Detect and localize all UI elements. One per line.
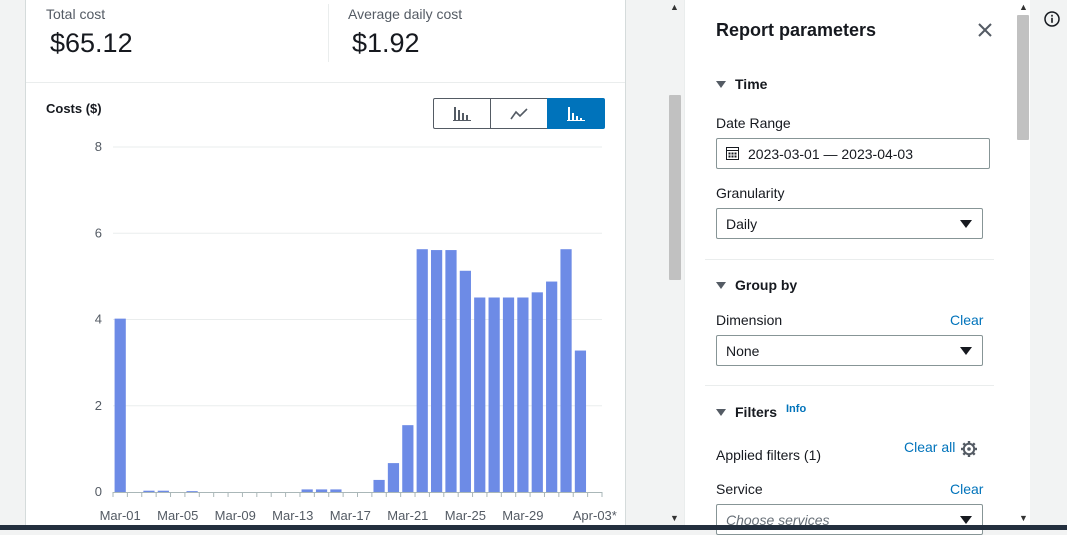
bar xyxy=(330,489,342,492)
caret-down-icon xyxy=(716,408,726,416)
report-parameters-panel: Report parameters Time Date Range 2023-0… xyxy=(684,0,1030,535)
filters-info-link[interactable]: Info xyxy=(786,403,806,415)
bar xyxy=(143,490,155,492)
close-icon xyxy=(978,23,992,37)
line-chart-button[interactable] xyxy=(490,98,548,129)
chart-type-toggle xyxy=(433,98,605,129)
time-section-toggle[interactable]: Time xyxy=(716,76,767,92)
x-tick-label: Mar-01 xyxy=(100,508,141,523)
bar xyxy=(474,297,486,492)
clear-all-filters-link[interactable]: Clear all xyxy=(904,439,955,455)
bar xyxy=(373,479,385,492)
service-select[interactable]: Choose services xyxy=(716,504,983,535)
total-cost-value: $65.12 xyxy=(50,28,133,58)
help-info-button[interactable] xyxy=(1044,11,1060,27)
bar xyxy=(387,463,400,492)
bar xyxy=(488,297,500,492)
bar xyxy=(531,292,543,492)
bar xyxy=(459,270,471,492)
bar-chart-icon xyxy=(453,106,471,121)
bar xyxy=(502,297,515,492)
bar xyxy=(315,489,328,492)
dimension-label: Dimension xyxy=(716,312,783,328)
caret-down-icon xyxy=(716,80,726,88)
bar xyxy=(157,490,169,492)
bar xyxy=(430,250,443,492)
total-cost-label: Total cost xyxy=(46,6,106,22)
main-scrollbar-thumb[interactable] xyxy=(669,95,681,280)
granularity-value: Daily xyxy=(726,215,758,232)
bar xyxy=(114,318,126,492)
dropdown-caret-icon xyxy=(960,220,972,228)
scroll-up-arrow-icon[interactable]: ▲ xyxy=(670,2,679,12)
service-label: Service xyxy=(716,481,763,497)
y-tick-label: 8 xyxy=(95,139,102,154)
panel-title: Report parameters xyxy=(716,20,877,40)
average-daily-cost-label: Average daily cost xyxy=(348,6,463,22)
section-divider xyxy=(705,385,994,386)
scroll-down-arrow-icon[interactable]: ▼ xyxy=(670,513,679,523)
bar xyxy=(402,425,414,492)
chart-title: Costs ($) xyxy=(46,101,102,116)
x-tick-label: Mar-21 xyxy=(387,508,428,523)
cost-bar-chart: 0 2 4 6 8 Mar-01 Mar-05 Mar-09 Mar-13 Mar-17 Mar-2… xyxy=(95,139,617,523)
time-section-label: Time xyxy=(735,76,768,92)
y-tick-label: 4 xyxy=(95,312,102,327)
bar xyxy=(186,491,198,492)
filters-section-label: Filters xyxy=(735,404,778,420)
group-by-section-toggle[interactable]: Group by xyxy=(716,277,797,293)
date-range-label: Date Range xyxy=(716,115,791,131)
panel-scroll-down-arrow-icon[interactable]: ▼ xyxy=(1019,513,1028,523)
cost-chart-card: Total cost $65.12 Average daily cost $1.… xyxy=(25,0,626,530)
x-tick-label: Mar-29 xyxy=(502,508,543,523)
caret-down-icon xyxy=(716,281,726,289)
panel-scrollbar-thumb[interactable] xyxy=(1017,15,1029,140)
dimension-value: None xyxy=(726,342,760,359)
y-tick-label: 2 xyxy=(95,398,102,413)
section-divider xyxy=(705,259,994,260)
x-tick-label: Mar-13 xyxy=(272,508,313,523)
bottom-bar xyxy=(0,525,1067,530)
dropdown-caret-icon xyxy=(960,516,972,524)
date-range-value: 2023-03-01 — 2023-04-03 xyxy=(748,145,914,162)
stacked-bar-chart-button[interactable] xyxy=(547,98,605,129)
x-tick-label: Mar-17 xyxy=(330,508,371,523)
bar xyxy=(546,281,558,492)
filters-section-toggle[interactable]: Filters xyxy=(716,404,777,420)
close-panel-button[interactable] xyxy=(975,20,995,40)
bar xyxy=(560,249,572,492)
summary-metrics: Total cost $65.12 Average daily cost $1.… xyxy=(26,0,625,83)
x-tick-label: Apr-03* xyxy=(573,508,617,523)
bar xyxy=(574,350,587,492)
filter-settings-button[interactable] xyxy=(960,440,978,458)
stacked-bar-chart-icon xyxy=(567,106,585,121)
dimension-clear-link[interactable]: Clear xyxy=(950,312,983,328)
x-tick-label: Mar-09 xyxy=(215,508,256,523)
bar-chart-button[interactable] xyxy=(433,98,491,129)
dimension-select[interactable]: None xyxy=(716,335,983,366)
y-tick-label: 6 xyxy=(95,225,102,240)
info-icon xyxy=(1044,11,1060,27)
bar xyxy=(445,250,457,492)
group-by-section-label: Group by xyxy=(735,277,798,293)
bar xyxy=(416,249,428,492)
service-clear-link[interactable]: Clear xyxy=(950,481,983,497)
granularity-select[interactable]: Daily xyxy=(716,208,983,239)
y-tick-label: 0 xyxy=(95,484,102,499)
bar xyxy=(301,489,313,492)
gear-icon xyxy=(961,441,977,457)
panel-scroll-up-arrow-icon[interactable]: ▲ xyxy=(1019,2,1028,12)
x-tick-label: Mar-05 xyxy=(157,508,198,523)
bar xyxy=(517,297,529,492)
average-daily-cost-value: $1.92 xyxy=(352,28,420,58)
granularity-label: Granularity xyxy=(716,185,785,201)
line-chart-icon xyxy=(510,107,528,119)
applied-filters-label: Applied filters (1) xyxy=(716,447,822,463)
metric-divider xyxy=(328,4,329,62)
x-tick-label: Mar-25 xyxy=(445,508,486,523)
dropdown-caret-icon xyxy=(960,347,972,355)
date-range-picker[interactable]: 2023-03-01 — 2023-04-03 xyxy=(716,138,990,169)
calendar-icon xyxy=(726,147,739,160)
